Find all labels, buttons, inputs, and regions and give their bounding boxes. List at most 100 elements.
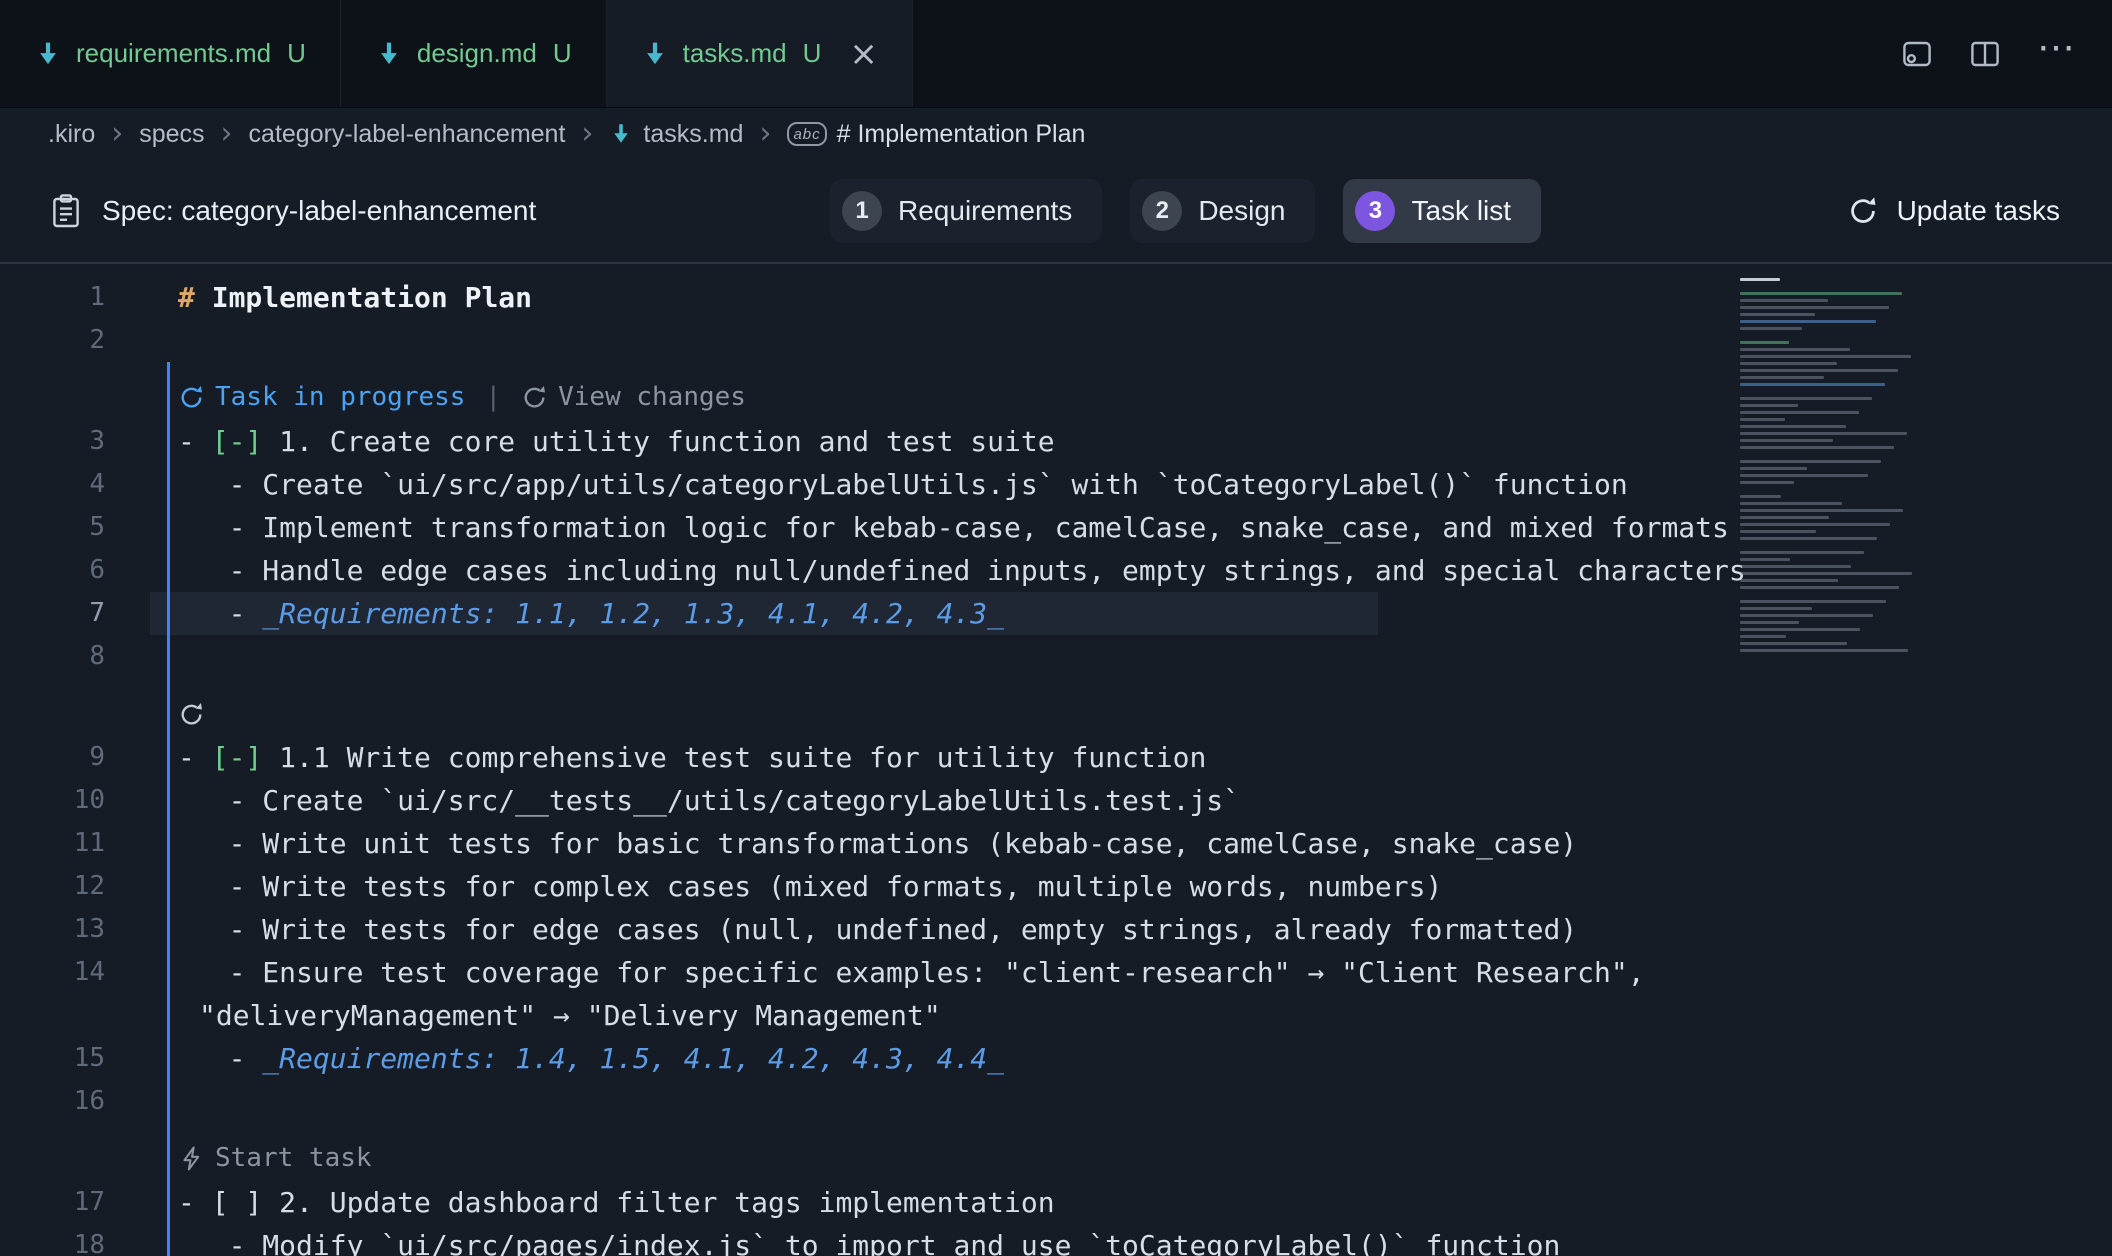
- minimap-line: [1740, 369, 1898, 372]
- code-text: - Write unit tests for basic transformat…: [150, 822, 1577, 865]
- chevron-right-icon: ›: [221, 119, 233, 149]
- breadcrumb-item-kiro[interactable]: .kiro: [48, 120, 95, 149]
- close-tab-icon[interactable]: ×: [849, 37, 878, 71]
- code-text: - Modify `ui/src/pages/index.js` to impo…: [150, 1224, 1560, 1256]
- code-text: - [ ] 2. Update dashboard filter tags im…: [150, 1181, 1055, 1224]
- minimap-line: [1740, 404, 1798, 407]
- minimap-line: [1740, 474, 1868, 477]
- minimap-line: [1740, 432, 1907, 435]
- minimap-line: [1740, 537, 1877, 540]
- step-label: Task list: [1411, 195, 1511, 227]
- chevron-right-icon: ›: [581, 119, 593, 149]
- codelens-action[interactable]: [178, 701, 205, 728]
- code-line[interactable]: 11 - Write unit tests for basic transfor…: [0, 822, 2112, 865]
- code-line[interactable]: 15 - _Requirements: 1.4, 1.5, 4.1, 4.2, …: [0, 1037, 2112, 1080]
- minimap-line: [1740, 516, 1829, 519]
- codelens-content: Task in progress | View changes: [150, 382, 746, 420]
- minimap-line: [1740, 558, 1790, 561]
- code-line[interactable]: 12 - Write tests for complex cases (mixe…: [0, 865, 2112, 908]
- line-number: 7: [0, 592, 150, 635]
- minimap-line: [1740, 614, 1873, 617]
- more-actions-icon[interactable]: ⋯: [2037, 29, 2078, 79]
- minimap-line: [1740, 579, 1838, 582]
- code-line[interactable]: 10 - Create `ui/src/__tests__/utils/cate…: [0, 779, 2112, 822]
- breadcrumb: .kiro › specs › category-label-enhanceme…: [0, 108, 2112, 160]
- breadcrumb-item-specs[interactable]: specs: [139, 120, 204, 149]
- minimap[interactable]: [1740, 278, 1932, 656]
- code-text: - Create `ui/src/__tests__/utils/categor…: [150, 779, 1240, 822]
- code-text: - [-] 1.1 Write comprehensive test suite…: [150, 736, 1206, 779]
- codelens-label: View changes: [558, 382, 746, 412]
- spec-steps: 1 Requirements 2 Design 3 Task list: [830, 179, 1541, 243]
- codelens-row[interactable]: Start task: [0, 1123, 2112, 1181]
- line-number: 11: [0, 822, 150, 865]
- line-number: 3: [0, 420, 150, 463]
- step-design-button[interactable]: 2 Design: [1130, 179, 1315, 243]
- codelens-separator: |: [485, 382, 501, 412]
- code-text: - _Requirements: 1.1, 1.2, 1.3, 4.1, 4.2…: [150, 592, 1004, 635]
- step-label: Requirements: [898, 195, 1072, 227]
- open-preview-icon[interactable]: [1901, 38, 1933, 70]
- code-line[interactable]: 9- [-] 1.1 Write comprehensive test suit…: [0, 736, 2112, 779]
- code-line[interactable]: 17- [ ] 2. Update dashboard filter tags …: [0, 1181, 2112, 1224]
- line-number: 14: [0, 951, 150, 994]
- codelens-label: Task in progress: [215, 382, 465, 412]
- step-number-badge: 2: [1142, 191, 1182, 231]
- line-number: [0, 1123, 150, 1181]
- codelens-action[interactable]: Start task: [178, 1143, 372, 1173]
- codelens-label: |: [485, 382, 501, 412]
- step-requirements-button[interactable]: 1 Requirements: [830, 179, 1102, 243]
- code-text: # Implementation Plan: [150, 276, 532, 319]
- line-number: [0, 362, 150, 420]
- minimap-line: [1740, 397, 1872, 400]
- code-text: - _Requirements: 1.4, 1.5, 4.1, 4.2, 4.3…: [150, 1037, 1004, 1080]
- spec-title-group: Spec: category-label-enhancement: [50, 193, 536, 229]
- code-text: - Implement transformation logic for keb…: [150, 506, 1729, 549]
- line-number: [0, 994, 150, 1037]
- breadcrumb-item-tasks-md[interactable]: tasks.md: [609, 120, 743, 149]
- step-number-badge: 3: [1355, 191, 1395, 231]
- code-line[interactable]: 16: [0, 1080, 2112, 1123]
- markdown-file-icon: [375, 40, 403, 68]
- line-number: 12: [0, 865, 150, 908]
- code-text: - Ensure test coverage for specific exam…: [150, 951, 1645, 994]
- code-line[interactable]: 13 - Write tests for edge cases (null, u…: [0, 908, 2112, 951]
- tab-requirements-md[interactable]: requirements.md U: [0, 0, 341, 107]
- minimap-line: [1740, 446, 1894, 449]
- code-line[interactable]: "deliveryManagement" → "Delivery Managem…: [0, 994, 2112, 1037]
- markdown-file-icon: [34, 40, 62, 68]
- chevron-right-icon: ›: [111, 119, 123, 149]
- update-tasks-button[interactable]: Update tasks: [1847, 195, 2060, 227]
- git-status-badge: U: [287, 38, 306, 69]
- refresh-icon: [1847, 195, 1879, 227]
- code-text: - Write tests for edge cases (null, unde…: [150, 908, 1577, 951]
- breadcrumb-item-category-label-enhancement[interactable]: category-label-enhancement: [249, 120, 566, 149]
- minimap-line: [1740, 411, 1859, 414]
- code-text: - [-] 1. Create core utility function an…: [150, 420, 1055, 463]
- split-editor-icon[interactable]: [1969, 38, 2001, 70]
- minimap-line: [1740, 327, 1802, 330]
- code-line[interactable]: 14 - Ensure test coverage for specific e…: [0, 951, 2112, 994]
- line-number: 15: [0, 1037, 150, 1080]
- tab-bar: requirements.md U design.md U tasks.md U…: [0, 0, 2112, 108]
- codelens-row[interactable]: [0, 678, 2112, 736]
- minimap-line: [1740, 313, 1815, 316]
- code-line[interactable]: 18 - Modify `ui/src/pages/index.js` to i…: [0, 1224, 2112, 1256]
- editor[interactable]: 1# Implementation Plan2Task in progress|…: [0, 264, 2112, 1256]
- tab-label: tasks.md: [683, 38, 787, 69]
- line-number: 8: [0, 635, 150, 678]
- breadcrumb-item-symbol[interactable]: abc # Implementation Plan: [787, 120, 1085, 149]
- minimap-line: [1740, 460, 1881, 463]
- line-number: 9: [0, 736, 150, 779]
- tab-tasks-md[interactable]: tasks.md U ×: [607, 0, 913, 107]
- tab-design-md[interactable]: design.md U: [341, 0, 607, 107]
- codelens-action[interactable]: Task in progress: [178, 382, 465, 412]
- git-status-badge: U: [553, 38, 572, 69]
- codelens-label: Start task: [215, 1143, 372, 1173]
- update-tasks-label: Update tasks: [1897, 195, 2060, 227]
- line-number: 13: [0, 908, 150, 951]
- minimap-line: [1740, 341, 1789, 344]
- codelens-action[interactable]: View changes: [521, 382, 746, 412]
- code-text: - Handle edge cases including null/undef…: [150, 549, 1746, 592]
- step-task-list-button[interactable]: 3 Task list: [1343, 179, 1541, 243]
